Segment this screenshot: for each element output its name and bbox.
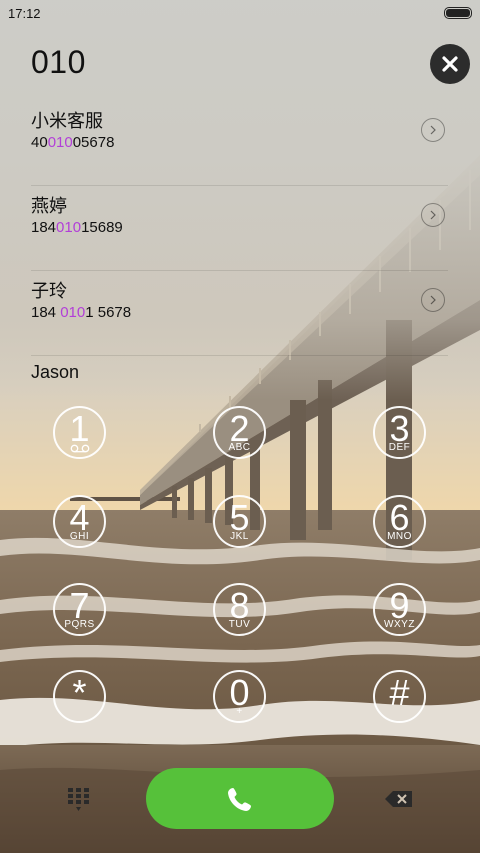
chevron-right-icon <box>430 125 436 135</box>
dialer-bottom-bar <box>0 760 480 840</box>
contact-number: 4001005678 <box>31 134 115 151</box>
phone-icon <box>228 787 251 811</box>
chevron-right-icon <box>430 210 436 220</box>
contact-number: 18401015689 <box>31 219 123 236</box>
contact-detail-button[interactable] <box>421 118 445 142</box>
contact-name: 子玲 <box>31 281 67 301</box>
match-highlight: 010 <box>56 219 82 236</box>
match-highlight: 010 <box>47 134 73 151</box>
key-2[interactable]: 2 ABC <box>213 406 266 459</box>
contact-name: 燕婷 <box>31 196 67 216</box>
status-time: 17:12 <box>8 6 41 21</box>
contact-detail-button[interactable] <box>421 203 445 227</box>
key-4[interactable]: 4 GHI <box>53 495 106 548</box>
contact-detail-button[interactable] <box>421 288 445 312</box>
contact-result-item[interactable]: 子玲 184 0101 5678 <box>31 271 448 356</box>
key-8[interactable]: 8 TUV <box>213 583 266 636</box>
key-9[interactable]: 9 WXYZ <box>373 583 426 636</box>
battery-icon <box>444 7 472 19</box>
contact-result-item[interactable]: 小米客服 4001005678 <box>31 101 448 186</box>
key-6[interactable]: 6 MNO <box>373 495 426 548</box>
dialed-number-display: 010 <box>31 44 86 80</box>
key-star[interactable]: * <box>53 670 106 723</box>
voicemail-icon <box>70 444 90 453</box>
contact-name: Jason <box>31 362 80 382</box>
key-5[interactable]: 5 JKL <box>213 495 266 548</box>
contact-name: 小米客服 <box>31 111 103 131</box>
key-hash[interactable]: # <box>373 670 426 723</box>
contact-results-list: 小米客服 4001005678 燕婷 18401015689 子玲 184 01… <box>31 101 448 396</box>
dialpad-icon[interactable] <box>66 786 92 812</box>
status-bar: 17:12 <box>0 0 480 28</box>
chevron-right-icon <box>430 295 436 305</box>
match-highlight: 010 <box>60 304 86 321</box>
call-button[interactable] <box>146 768 334 829</box>
key-0[interactable]: 0 + <box>213 670 266 723</box>
contact-result-item[interactable]: Jason <box>31 356 448 396</box>
key-1[interactable]: 1 <box>53 406 106 459</box>
contact-result-item[interactable]: 燕婷 18401015689 <box>31 186 448 271</box>
clear-button[interactable] <box>430 44 470 84</box>
contact-number: 184 0101 5678 <box>31 304 132 321</box>
key-7[interactable]: 7 PQRS <box>53 583 106 636</box>
backspace-icon[interactable] <box>384 788 414 810</box>
close-icon <box>442 56 458 72</box>
key-3[interactable]: 3 DEF <box>373 406 426 459</box>
